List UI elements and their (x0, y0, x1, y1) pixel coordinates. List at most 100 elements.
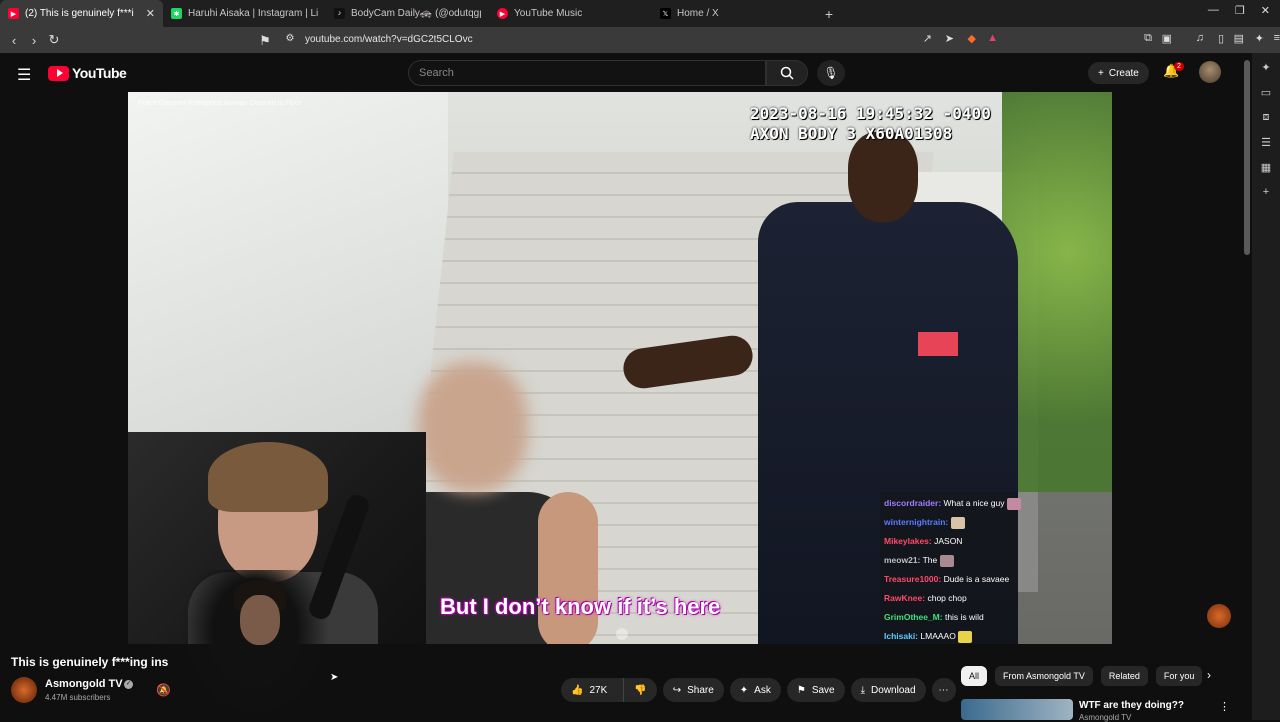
emote-icon (950, 516, 965, 529)
x-favicon-icon: 𝕏 (660, 8, 671, 19)
ask-button[interactable]: ✦ Ask (729, 678, 781, 702)
recommended-thumbnail[interactable] (961, 699, 1073, 720)
thumbs-up-icon: 👍 (571, 684, 584, 696)
save-button[interactable]: ⚑ Save (786, 678, 845, 702)
search-input[interactable]: Search (408, 60, 766, 86)
browser-tab[interactable]: ♪ BodyCam Daily🚓 (@odutqgp71 (326, 0, 489, 27)
channel-watermark-icon[interactable] (1207, 604, 1231, 628)
chat-message: discordraider: What a nice guy (884, 494, 1108, 513)
save-label: Save (811, 684, 835, 696)
stream-chat-overlay: discordraider: What a nice guy winternig… (880, 492, 1112, 644)
add-sidebar-icon[interactable]: + (1263, 186, 1269, 198)
chip-related[interactable]: Related (1100, 666, 1148, 686)
like-count: 27K (589, 684, 608, 696)
send-icon[interactable]: ➤ (945, 32, 954, 45)
logo-text: YouTube (72, 65, 127, 81)
download-button[interactable]: ⤓ Download (850, 678, 926, 702)
bookmarks-sidebar-icon[interactable]: ⧈ (1263, 111, 1270, 124)
chat-message: Ichisaki: LMAAAO (884, 627, 1108, 644)
chevron-right-icon[interactable]: › (1207, 668, 1211, 682)
like-dislike-group: 👍 27K 👎 (561, 678, 657, 702)
emote-icon (939, 554, 954, 567)
close-tab-icon[interactable]: ✕ (146, 7, 155, 20)
tab-title: BodyCam Daily🚓 (@odutqgp71 (351, 8, 481, 19)
create-button[interactable]: + Create (1088, 62, 1149, 84)
tab-title: Haruhi Aisaka | Instagram | Lin (188, 8, 318, 19)
chat-message: RawKnee: chop chop (884, 593, 967, 603)
window-controls: — ❐ ✕ (1208, 4, 1270, 17)
video-title: This is genuinely f***ing ins (11, 655, 169, 669)
search-icon (780, 66, 794, 80)
sidebar-toggle-icon[interactable]: ▯ (1218, 32, 1224, 45)
minimize-icon[interactable]: — (1208, 4, 1219, 17)
chat-message: GrimOthee_M: this is wild (884, 612, 984, 622)
wallet-icon[interactable]: ▣ (1162, 32, 1172, 45)
menu-icon[interactable]: ≡ (1274, 32, 1280, 44)
video-caption: But I don’t know if it’s here (440, 594, 721, 619)
channel-name[interactable]: Asmongold TV (45, 678, 123, 690)
browser-tab[interactable]: ▶ YouTube Music (489, 0, 652, 27)
news-sidebar-icon[interactable]: ▭ (1261, 86, 1271, 99)
account-avatar[interactable] (1199, 61, 1221, 83)
youtube-logo[interactable]: YouTube (48, 65, 127, 81)
history-sidebar-icon[interactable]: ▦ (1261, 161, 1271, 174)
camera-id-line: AXON BODY 3 X60A01308 (750, 124, 953, 143)
site-info-icon[interactable]: ⚙ (280, 33, 300, 44)
forward-icon[interactable]: › (24, 33, 44, 48)
search-button[interactable] (766, 60, 808, 86)
create-label: Create (1108, 67, 1139, 79)
linktree-favicon-icon: ✱ (171, 8, 182, 19)
more-vertical-icon[interactable]: ⋮ (1219, 700, 1230, 713)
chip-from-channel[interactable]: From Asmongold TV (995, 666, 1093, 686)
chip-all[interactable]: All (961, 666, 988, 686)
recommended-title[interactable]: WTF are they doing?? (1079, 700, 1184, 711)
youtube-play-icon (48, 65, 69, 81)
share-icon: ↪ (672, 684, 682, 696)
reading-list-sidebar-icon[interactable]: ☰ (1261, 136, 1271, 149)
like-button[interactable]: 👍 27K (561, 678, 617, 702)
wallet2-icon[interactable]: ▤ (1234, 32, 1244, 45)
share-label: Share (687, 684, 714, 696)
bookmark-icon[interactable]: ⚑ (255, 33, 275, 49)
player-progress-dot[interactable] (616, 628, 628, 640)
share-button[interactable]: ↪ Share (662, 678, 724, 702)
browser-tab[interactable]: ▶ (2) This is genuinely f***i ✕ (0, 0, 163, 27)
download-label: Download (871, 684, 916, 696)
url-field[interactable]: youtube.com/watch?v=dGC2t5CLOvc (305, 34, 473, 45)
reload-icon[interactable]: ↻ (44, 32, 64, 48)
more-horizontal-icon: ⋯ (938, 684, 949, 696)
streamer-face (240, 595, 280, 645)
media-icon[interactable]: ♫ (1196, 32, 1204, 44)
bodycam-timestamp: 2023-08-16 19:45:32 -0400 AXON BODY 3 X6… (750, 104, 991, 144)
more-actions-button[interactable]: ⋯ (931, 678, 956, 702)
dislike-button[interactable]: 👎 (623, 678, 656, 702)
browser-tab-bar: ▶ (2) This is genuinely f***i ✕ ✱ Haruhi… (0, 0, 1280, 27)
maximize-icon[interactable]: ❐ (1235, 4, 1245, 17)
subscriber-count: 4.47M subscribers (45, 693, 111, 702)
leo-sidebar-icon[interactable]: ✦ (1261, 61, 1270, 74)
ask-label: Ask (754, 684, 771, 696)
back-icon[interactable]: ‹ (4, 33, 24, 48)
hamburger-menu-icon[interactable]: ☰ (17, 65, 31, 85)
extensions-icon[interactable]: ⧉ (1144, 32, 1152, 45)
close-window-icon[interactable]: ✕ (1261, 4, 1270, 17)
youtube-favicon-icon: ▶ (8, 8, 19, 19)
video-actions: 👍 27K 👎 ↪ Share ✦ Ask ⚑ Save ⤓ Download ⋯ (561, 678, 956, 702)
brave-shield-icon[interactable]: ◆ (968, 32, 976, 45)
browser-tab[interactable]: 𝕏 Home / X (652, 0, 815, 27)
new-tab-icon[interactable]: + (819, 0, 839, 27)
open-external-icon[interactable]: ↗ (923, 32, 932, 45)
notifications-off-icon[interactable]: 🔕 (156, 683, 171, 697)
rewards-icon[interactable]: ▲ (987, 32, 998, 44)
chip-for-you[interactable]: For you (1155, 666, 1203, 686)
download-icon: ⤓ (860, 684, 866, 696)
channel-avatar[interactable] (11, 677, 37, 703)
voice-search-button[interactable]: 🎙 (817, 60, 845, 86)
browser-tab[interactable]: ✱ Haruhi Aisaka | Instagram | Lin (163, 0, 326, 27)
youtube-header: ☰ YouTube Search 🎙 + Create 🔔 2 (0, 53, 1252, 93)
video-player[interactable]: Police Discover Kidnapped Woman Chained … (128, 92, 1112, 644)
leo-icon[interactable]: ✦ (1255, 32, 1264, 45)
mouse-cursor-icon: ➤ (330, 672, 339, 683)
video-overlay-tag: Police Discover Kidnapped Woman Chained … (138, 100, 302, 107)
thumbs-down-icon: 👎 (634, 684, 647, 696)
